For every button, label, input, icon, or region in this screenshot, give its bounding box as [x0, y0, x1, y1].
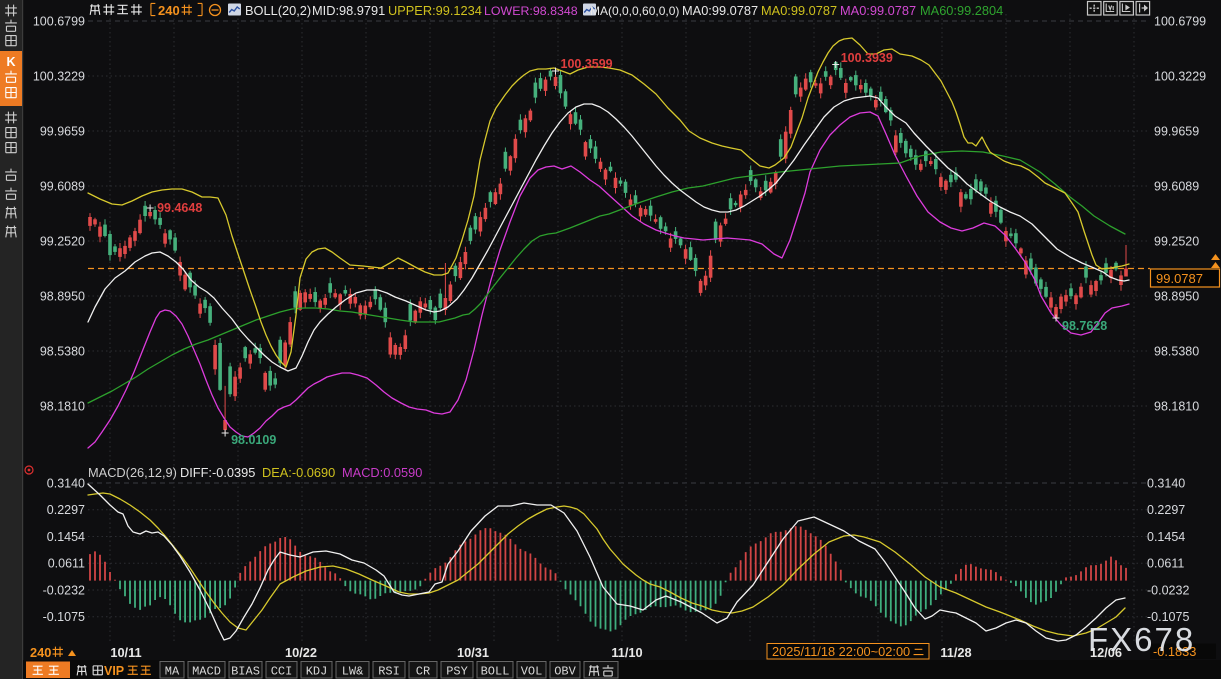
svg-text:-0.0232: -0.0232: [1147, 584, 1189, 598]
svg-text:MACD: MACD: [192, 665, 221, 679]
svg-text:0.1454: 0.1454: [47, 530, 85, 544]
svg-text:0.0611: 0.0611: [1147, 557, 1184, 571]
svg-text:MA: MA: [165, 665, 180, 679]
svg-text:K: K: [6, 55, 15, 69]
svg-text:99.2520: 99.2520: [40, 235, 85, 249]
svg-text:BIAS: BIAS: [231, 665, 260, 679]
svg-text:99.6089: 99.6089: [40, 180, 85, 194]
svg-text:-0.0232: -0.0232: [43, 584, 85, 598]
svg-text:BOLL(20,2): BOLL(20,2): [245, 3, 311, 18]
svg-text:-0.1075: -0.1075: [43, 610, 85, 624]
svg-text:100.6799: 100.6799: [1154, 15, 1206, 29]
svg-text:98.7628: 98.7628: [1062, 319, 1107, 333]
svg-text:98.0109: 98.0109: [231, 433, 276, 447]
svg-text:98.8950: 98.8950: [1154, 290, 1199, 304]
svg-text:MACD:0.0590: MACD:0.0590: [342, 465, 422, 480]
svg-text:VOL: VOL: [521, 665, 543, 679]
svg-text:98.5380: 98.5380: [40, 345, 85, 359]
svg-text:99.9659: 99.9659: [40, 125, 85, 139]
svg-text:CR: CR: [416, 665, 430, 679]
svg-text:VIP: VIP: [104, 664, 124, 678]
svg-text:10/11: 10/11: [110, 645, 141, 660]
svg-text:DIFF:-0.0395: DIFF:-0.0395: [180, 465, 255, 480]
svg-text:BOLL: BOLL: [481, 665, 510, 679]
svg-text:UPPER:99.1234: UPPER:99.1234: [388, 3, 482, 18]
svg-text:MA0:99.0787: MA0:99.0787: [682, 3, 758, 18]
svg-text:0.2297: 0.2297: [1147, 503, 1185, 517]
svg-text:0.3140: 0.3140: [47, 477, 85, 491]
svg-text:OBV: OBV: [554, 665, 576, 679]
svg-text:98.1810: 98.1810: [40, 400, 85, 414]
svg-text:KDJ: KDJ: [306, 665, 328, 679]
svg-text:11/28: 11/28: [940, 645, 971, 660]
svg-text:11/10: 11/10: [611, 645, 642, 660]
svg-text:CCI: CCI: [271, 665, 293, 679]
svg-text:10/31: 10/31: [457, 645, 489, 660]
svg-text:99.2520: 99.2520: [1154, 235, 1199, 249]
svg-text:MID:98.9791: MID:98.9791: [312, 3, 385, 18]
svg-text:LOWER:98.8348: LOWER:98.8348: [484, 4, 578, 18]
svg-text:240: 240: [30, 645, 51, 660]
svg-text:99.9659: 99.9659: [1154, 125, 1199, 139]
svg-text:240: 240: [158, 3, 180, 18]
svg-text:100.3229: 100.3229: [1154, 70, 1206, 84]
svg-text:99.0787: 99.0787: [1156, 271, 1203, 286]
svg-text:10/22: 10/22: [285, 645, 317, 660]
svg-text:0.0611: 0.0611: [48, 557, 85, 571]
svg-text:MA0:99.0787: MA0:99.0787: [840, 3, 916, 18]
svg-text:0.1454: 0.1454: [1147, 530, 1185, 544]
svg-text:0.3140: 0.3140: [1147, 477, 1185, 491]
svg-text:100.3229: 100.3229: [33, 70, 85, 84]
svg-text:MA(0,0,0,60,0,0): MA(0,0,0,60,0,0): [590, 4, 679, 18]
svg-text:98.5380: 98.5380: [1154, 345, 1199, 359]
svg-text:2025/11/18 22:00~02:00: 2025/11/18 22:00~02:00: [772, 644, 910, 659]
svg-text:99.6089: 99.6089: [1154, 180, 1199, 194]
svg-text:LW&: LW&: [342, 665, 364, 679]
svg-text:MACD(26,12,9): MACD(26,12,9): [88, 465, 177, 480]
svg-text:99.4648: 99.4648: [157, 201, 202, 215]
svg-text:98.8950: 98.8950: [40, 290, 85, 304]
svg-text:FX678: FX678: [1088, 621, 1195, 658]
svg-text:RSI: RSI: [378, 665, 400, 679]
svg-text:MA60:99.2804: MA60:99.2804: [920, 3, 1003, 18]
svg-text:PSY: PSY: [446, 665, 468, 679]
svg-text:MA0:99.0787: MA0:99.0787: [761, 3, 837, 18]
svg-text:0.2297: 0.2297: [47, 503, 85, 517]
svg-text:100.6799: 100.6799: [33, 15, 85, 29]
svg-text:100.3599: 100.3599: [561, 57, 613, 71]
svg-text:98.1810: 98.1810: [1154, 400, 1199, 414]
svg-text:DEA:-0.0690: DEA:-0.0690: [262, 465, 335, 480]
svg-text:100.3939: 100.3939: [841, 51, 893, 65]
